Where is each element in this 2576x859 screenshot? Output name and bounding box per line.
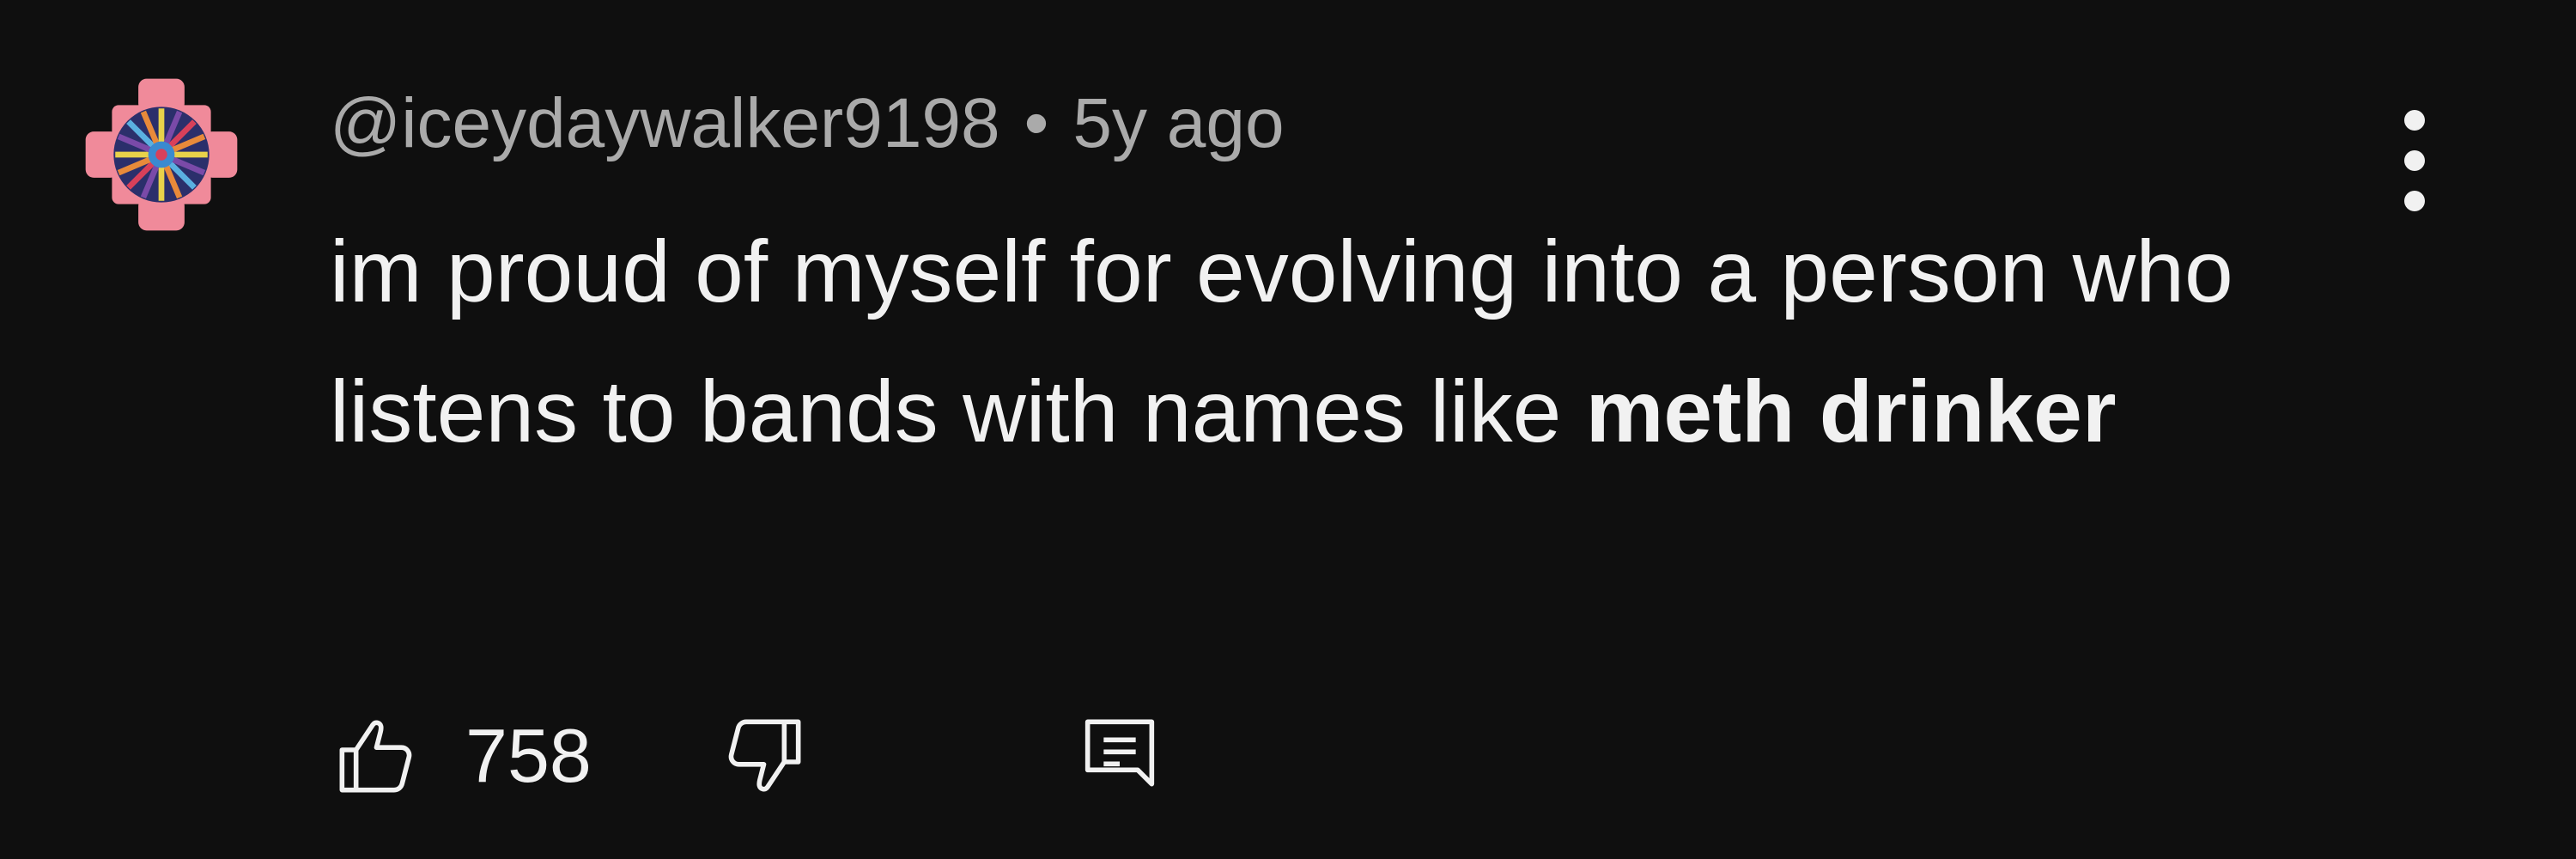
like-count: 758 [465,713,592,798]
vertical-ellipsis-icon-dot [2404,110,2425,131]
separator-dot: • [1024,84,1049,162]
reply-button[interactable] [1068,704,1171,807]
thumbs-up-icon [339,720,412,793]
thumbs-down-icon [728,719,801,792]
comment-text-bold: meth drinker [1585,362,2117,460]
comment-header: @iceydaywalker9198 • 5y ago [330,82,1285,165]
more-actions-button[interactable] [2380,110,2449,211]
comment-reply-icon [1084,719,1155,787]
dislike-button[interactable] [713,704,816,807]
vertical-ellipsis-icon-dot [2404,150,2425,171]
comment-text: im proud of myself for evolving into a p… [330,202,2408,482]
mandala-avatar-icon [85,78,238,231]
comment-thread-item: @iceydaywalker9198 • 5y ago im proud of … [0,0,2576,859]
like-button[interactable] [325,704,428,807]
author-handle-link[interactable]: @iceydaywalker9198 [330,83,1000,164]
comment-timestamp[interactable]: 5y ago [1072,83,1284,164]
avatar[interactable] [79,72,244,237]
